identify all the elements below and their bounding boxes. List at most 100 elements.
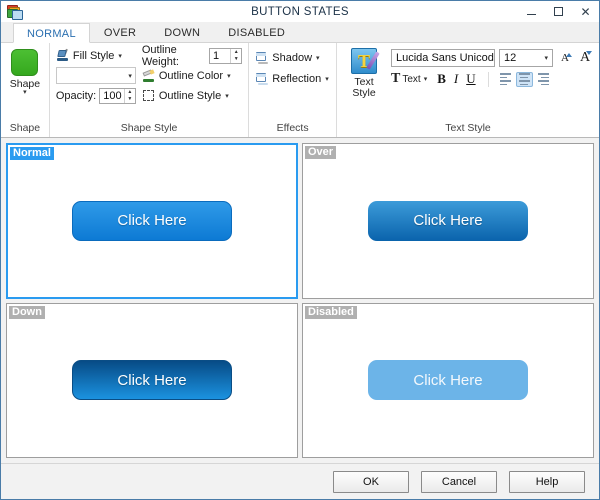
shape-button[interactable]: Shape ▾ (7, 47, 43, 96)
pencil-icon (142, 68, 156, 83)
layered-windows-icon (6, 4, 24, 20)
preview-pane-over[interactable]: Over Click Here (302, 143, 594, 299)
preview-button-down[interactable]: Click Here (72, 360, 232, 401)
text-style-icon: Text T (351, 48, 380, 74)
outline-weight-stepper[interactable]: 1 ▲ ▼ (209, 47, 243, 64)
text-style-button[interactable]: Text T Text Style (343, 47, 385, 99)
shape-style-group-title: Shape Style (120, 122, 178, 134)
tab-over[interactable]: OVER (90, 22, 150, 42)
font-family-value: Lucida Sans Unicode (396, 52, 495, 64)
align-left-button[interactable] (497, 72, 514, 87)
tab-strip: NORMAL OVER DOWN DISABLED (1, 22, 599, 43)
window-controls: ✕ (518, 1, 599, 22)
close-button[interactable]: ✕ (572, 1, 599, 22)
fill-color-dropdown[interactable]: ▾ (55, 67, 136, 84)
window-title: BUTTON STATES (251, 5, 349, 18)
reflection-button[interactable]: Reflection ▾ (255, 70, 329, 87)
preview-button-over[interactable]: Click Here (368, 200, 528, 241)
chevron-down-icon: ▾ (128, 72, 132, 80)
maximize-icon (554, 7, 563, 16)
chevron-down-icon: ▾ (118, 52, 122, 60)
cancel-button[interactable]: Cancel (421, 470, 497, 493)
preview-pane-normal[interactable]: Normal Click Here (6, 143, 298, 299)
outline-weight-row: Outline Weight: 1 ▲ ▼ (142, 44, 243, 68)
chevron-down-icon: ▾ (23, 89, 27, 96)
minimize-icon (527, 14, 536, 15)
underline-button[interactable]: U (466, 71, 475, 87)
reflection-icon (255, 72, 269, 86)
align-center-button[interactable] (515, 71, 533, 87)
fill-style-label: Fill Style (72, 49, 115, 62)
shrink-font-button[interactable]: A (577, 50, 593, 66)
ribbon-group-text-style: Text T Text Style Lucida Sans Unicode ▾ (336, 43, 599, 137)
chevron-down-icon: ▾ (316, 54, 320, 62)
preview-pane-down[interactable]: Down Click Here (6, 302, 298, 458)
text-style-group-title: Text Style (445, 122, 491, 134)
outline-style-label: Outline Style (158, 89, 222, 102)
font-size-value: 12 (504, 52, 517, 64)
maximize-button[interactable] (545, 1, 572, 22)
preview-button-normal[interactable]: Click Here (72, 200, 232, 241)
align-right-button[interactable] (535, 72, 552, 87)
chevron-down-icon: ▾ (225, 92, 229, 100)
dialog-footer: OK Cancel Help (1, 463, 599, 499)
spin-up-icon: ▲ (127, 88, 133, 95)
outline-weight-label: Outline Weight: (141, 43, 179, 68)
pane-label-over: Over (305, 146, 337, 159)
outline-color-label: Outline Color (158, 69, 224, 82)
shadow-icon (255, 51, 269, 65)
font-size-dropdown[interactable]: 12 ▾ (499, 49, 553, 67)
outline-style-button[interactable]: Outline Style ▾ (142, 87, 242, 104)
text-style-label-2: Style (352, 87, 376, 99)
text-color-button[interactable]: T Text ▾ (391, 71, 427, 87)
fill-style-button[interactable]: Fill Style ▾ (56, 47, 136, 64)
shadow-button[interactable]: Shadow ▾ (255, 49, 320, 66)
outline-weight-value: 1 (213, 49, 220, 62)
chevron-down-icon: ▾ (423, 76, 428, 83)
bold-button[interactable]: B (437, 71, 446, 87)
tab-normal[interactable]: NORMAL (13, 23, 90, 43)
font-family-dropdown[interactable]: Lucida Sans Unicode ▾ (391, 49, 495, 67)
paint-bucket-icon (56, 48, 70, 63)
reflection-label: Reflection (272, 72, 322, 85)
ribbon-toolbar: Shape ▾ Shape Fill Style ▾ ▾ Opacity: 10… (1, 43, 599, 138)
tab-down[interactable]: DOWN (150, 22, 214, 42)
italic-button[interactable]: I (454, 71, 458, 87)
application-window: BUTTON STATES ✕ NORMAL OVER DOWN DISABLE… (0, 0, 600, 500)
text-glyph-icon: T (391, 71, 401, 86)
spin-up-icon: ▲ (233, 48, 239, 55)
ribbon-group-shape: Shape ▾ Shape (1, 43, 49, 137)
opacity-stepper[interactable]: 100 ▲ ▼ (99, 87, 136, 104)
ok-button[interactable]: OK (333, 470, 409, 493)
chevron-down-icon: ▾ (544, 55, 548, 62)
shape-group-title: Shape (9, 122, 41, 134)
opacity-field-row: Opacity: 100 ▲ ▼ (56, 87, 136, 104)
minimize-button[interactable] (518, 1, 545, 22)
pane-label-disabled: Disabled (305, 305, 357, 319)
text-chip-label: Text (402, 73, 421, 85)
opacity-spin-buttons[interactable]: ▲ ▼ (123, 88, 135, 103)
preview-pane-disabled[interactable]: Disabled Click Here (302, 302, 594, 458)
grow-font-button[interactable]: A (557, 52, 573, 64)
pane-label-down: Down (9, 305, 45, 319)
ribbon-group-effects: Shadow ▾ Reflection ▾ Effects (248, 43, 336, 137)
chevron-down-icon: ▾ (227, 72, 231, 80)
chevron-down-icon: ▾ (325, 75, 329, 83)
preview-canvas: Normal Click Here Over Click Here Down C… (1, 138, 599, 463)
outline-color-button[interactable]: Outline Color ▾ (142, 67, 242, 84)
opacity-value: 100 (103, 89, 122, 102)
ribbon-group-shape-style: Fill Style ▾ ▾ Opacity: 100 ▲ ▼ Outline … (48, 43, 248, 137)
help-button[interactable]: Help (509, 470, 585, 493)
shadow-label: Shadow (272, 51, 313, 64)
dashed-square-icon (142, 89, 156, 103)
spin-down-icon: ▼ (233, 55, 239, 62)
shape-swatch-icon (11, 49, 39, 76)
pane-label-normal: Normal (10, 147, 54, 160)
effects-group-title: Effects (276, 122, 309, 134)
spin-down-icon: ▼ (127, 95, 133, 102)
title-bar: BUTTON STATES ✕ (1, 1, 599, 22)
opacity-label: Opacity: (55, 89, 97, 102)
preview-button-disabled[interactable]: Click Here (368, 360, 528, 401)
outline-weight-spin-buttons[interactable]: ▲ ▼ (230, 48, 241, 63)
tab-disabled[interactable]: DISABLED (214, 22, 299, 42)
